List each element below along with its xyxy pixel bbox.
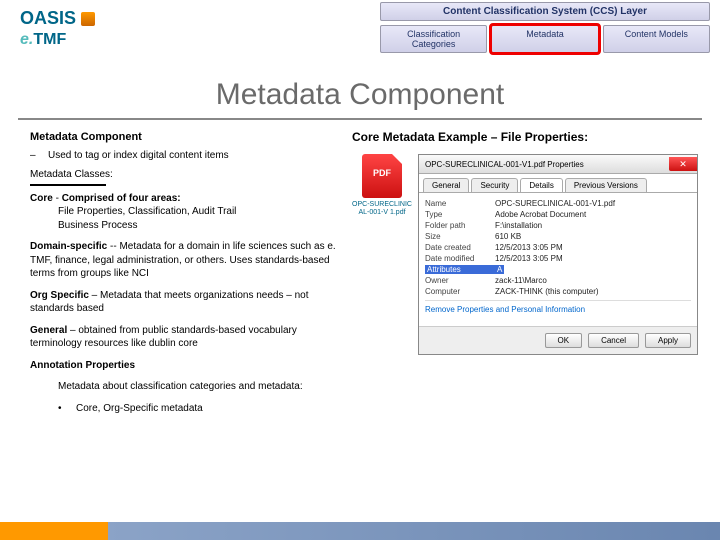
- apply-button[interactable]: Apply: [645, 333, 691, 348]
- prop-label-name: Name: [425, 199, 495, 208]
- annotation-bullet: Core, Org-Specific metadata: [76, 402, 203, 416]
- etmf-e: e.: [20, 31, 33, 48]
- annotation-heading: Annotation Properties: [30, 360, 135, 371]
- oasis-icon: [81, 12, 95, 26]
- core-head: Comprised of four areas:: [62, 193, 181, 204]
- core-dash: -: [56, 193, 59, 204]
- prop-label-computer: Computer: [425, 287, 495, 296]
- prop-val-size: 610 KB: [495, 232, 521, 241]
- prop-label-modified: Date modified: [425, 254, 495, 263]
- pdf-thumbnail: OPC-SURECLINICAL-001-V 1.pdf: [352, 154, 412, 216]
- prop-val-modified: 12/5/2013 3:05 PM: [495, 254, 563, 263]
- prop-val-computer: ZACK-THINK (this computer): [495, 287, 599, 296]
- etmf-logo: e.TMF: [20, 31, 95, 49]
- footer-band: [0, 522, 720, 540]
- ok-button[interactable]: OK: [545, 333, 583, 348]
- pdf-icon: [362, 154, 402, 198]
- tab-general[interactable]: General: [423, 178, 469, 192]
- logo-group: OASIS e.TMF: [20, 8, 95, 49]
- properties-dialog: OPC-SURECLINICAL-001-V1.pdf Properties ✕…: [418, 154, 698, 355]
- annotation-desc: Metadata about classification categories…: [30, 380, 340, 394]
- general-text: – obtained from public standards-based v…: [30, 325, 297, 350]
- pdf-filename: OPC-SURECLINICAL-001-V 1.pdf: [352, 201, 412, 216]
- left-column: Metadata Component – Used to tag or inde…: [30, 130, 340, 421]
- general-label: General: [30, 325, 67, 336]
- ccs-top-label: Content Classification System (CCS) Laye…: [380, 2, 710, 21]
- section-heading: Metadata Component: [30, 130, 340, 145]
- prop-label-created: Date created: [425, 243, 495, 252]
- ccs-cell-categories: Classification Categories: [380, 25, 487, 53]
- etmf-rest: TMF: [33, 31, 66, 48]
- remove-properties-link[interactable]: Remove Properties and Personal Informati…: [425, 305, 691, 314]
- prop-label-folder: Folder path: [425, 221, 495, 230]
- bullet-text: Used to tag or index digital content ite…: [48, 149, 229, 163]
- dialog-title: OPC-SURECLINICAL-001-V1.pdf Properties: [425, 160, 584, 169]
- example-heading: Core Metadata Example – File Properties:: [352, 130, 704, 144]
- prop-val-name: OPC-SURECLINICAL-001-V1.pdf: [495, 199, 615, 208]
- prop-val-type: Adobe Acrobat Document: [495, 210, 586, 219]
- domain-label: Domain-specific: [30, 241, 107, 252]
- prop-val-attributes: A: [495, 265, 504, 274]
- core-label: Core: [30, 193, 53, 204]
- cancel-button[interactable]: Cancel: [588, 333, 639, 348]
- bullet-dash: –: [30, 149, 48, 163]
- prop-label-attributes: Attributes: [425, 265, 495, 274]
- page-title: Metadata Component: [0, 78, 720, 112]
- org-label: Org Specific: [30, 290, 89, 301]
- tab-previous[interactable]: Previous Versions: [565, 178, 647, 192]
- prop-label-size: Size: [425, 232, 495, 241]
- tab-details[interactable]: Details: [520, 178, 562, 192]
- tab-security[interactable]: Security: [471, 178, 518, 192]
- ccs-layer-diagram: Content Classification System (CCS) Laye…: [380, 2, 710, 53]
- bullet-dot: •: [58, 402, 76, 416]
- prop-label-type: Type: [425, 210, 495, 219]
- ccs-cell-models: Content Models: [603, 25, 710, 53]
- oasis-text: OASIS: [20, 8, 76, 28]
- ccs-cell-metadata: Metadata: [491, 25, 598, 53]
- oasis-logo: OASIS: [20, 8, 95, 29]
- prop-val-created: 12/5/2013 3:05 PM: [495, 243, 563, 252]
- prop-val-folder: F:\installation: [495, 221, 542, 230]
- prop-val-owner: zack-11\Marco: [495, 276, 547, 285]
- close-icon[interactable]: ✕: [669, 157, 697, 171]
- metadata-classes-label: Metadata Classes:: [30, 168, 340, 182]
- prop-label-owner: Owner: [425, 276, 495, 285]
- core-line2: Business Process: [30, 219, 340, 233]
- core-line1: File Properties, Classification, Audit T…: [30, 205, 340, 219]
- metadata-classes-rule: [30, 184, 106, 186]
- right-column: Core Metadata Example – File Properties:…: [352, 130, 704, 421]
